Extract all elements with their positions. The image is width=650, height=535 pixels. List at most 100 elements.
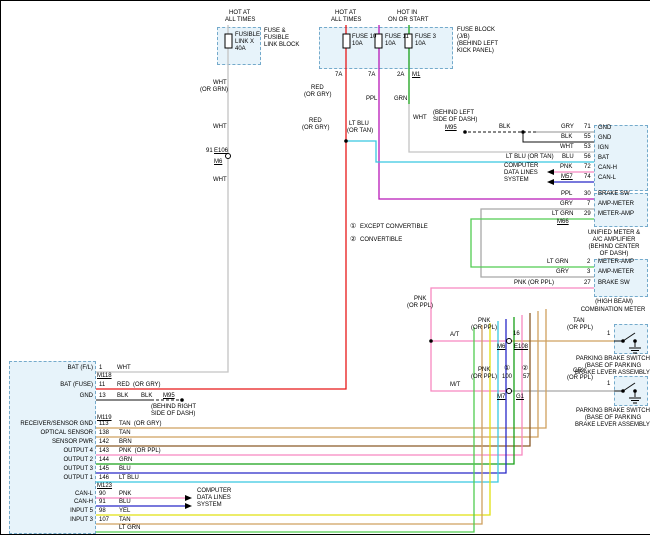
- switch-b-contact-1: [621, 389, 625, 393]
- note-2-symbol: ②: [350, 236, 356, 244]
- pin-1-mt: 1: [607, 381, 610, 388]
- pin-144: 144: [99, 457, 109, 464]
- row-output4-label: OUTPUT 4: [13, 448, 93, 455]
- row-input5-label: INPUT 5: [13, 508, 93, 515]
- wire-grn-label: GRN: [394, 96, 407, 103]
- fuse-fusible-link-block-3: LINK BLOCK: [264, 42, 299, 49]
- wire-gry-mt-b: (OR PPL): [567, 375, 593, 382]
- data-lines-arrow-right-2-icon: [547, 179, 554, 185]
- unified-meter-caption-2: A/C AMPLIFIER: [578, 237, 650, 244]
- row-gnd-label: GND: [13, 393, 93, 400]
- data-lines-arrow-right-1-icon: [547, 169, 554, 175]
- connector-g1: G1: [516, 394, 524, 401]
- wire-blu-145-label: BLU: [119, 466, 131, 473]
- wire-blu-label-56: BLU: [562, 154, 574, 161]
- wire-ltblu-label-a: LT BLU: [349, 121, 369, 128]
- wire-blu-91-label: BLU: [119, 499, 131, 506]
- hot-at-all-times-left-2: ALL TIMES: [225, 17, 255, 24]
- wire-ltgrn-last: [96, 327, 474, 532]
- ground-m95-bottom-dot: [180, 398, 184, 402]
- pin-30: 30: [584, 191, 591, 198]
- data-lines-arrow-bottom-1-icon: [185, 495, 192, 501]
- pin-13: 13: [99, 393, 106, 400]
- pin-1-batfl: 1: [99, 365, 102, 372]
- wire-blk-label-top: BLK: [499, 124, 510, 131]
- pin-72: 72: [584, 164, 591, 171]
- fuse10-pin: 7A: [335, 72, 342, 79]
- row-receiver-sensor-gnd-label: RECEIVER/SENSOR GND: [13, 421, 93, 428]
- pin-100: 100: [502, 374, 512, 381]
- behind-left-dash-2: SIDE OF DASH): [433, 117, 477, 124]
- wire-tan-107-label: TAN: [119, 517, 131, 524]
- pin-55: 55: [584, 134, 591, 141]
- pin-57: 57: [523, 374, 530, 381]
- wire-pnk-90-label: PNK: [119, 491, 131, 498]
- row-output1-label: OUTPUT 1: [13, 475, 93, 482]
- connector-e106: E106: [214, 148, 228, 155]
- parking-brake-a-caption-2: (BASE OF PARKING: [575, 363, 650, 370]
- fuse11-rating: 10A: [385, 41, 396, 48]
- row-optical-sensor-label: OPTICAL SENSOR: [13, 430, 93, 437]
- data-lines-arrow-bottom-2-icon: [185, 503, 192, 509]
- row-bat-fuse-label: BAT (FUSE): [13, 382, 93, 389]
- parking-brake-b-caption-2: (BASE OF PARKING: [575, 415, 650, 422]
- row-input3-label: INPUT 3: [13, 517, 93, 524]
- fuse3-rating: 10A: [415, 41, 426, 48]
- unified-meter-caption-3: (BEHIND CENTER: [578, 244, 650, 251]
- row-can-h-label: CAN-H: [13, 499, 93, 506]
- pin-71: 71: [584, 124, 591, 131]
- wire-red-label-1a: RED: [311, 85, 324, 92]
- ground-m95-top-dot: [463, 130, 467, 134]
- wire-pnk-label-va: PNK: [414, 296, 426, 303]
- pin-53: 53: [584, 144, 591, 151]
- connector-m123: M123: [97, 483, 112, 490]
- connector-m7: M7: [497, 394, 505, 401]
- computer-data-lines-bottom-2: DATA LINES: [197, 495, 231, 502]
- splice-ltblu: [344, 139, 348, 143]
- fuse11-name: FUSE 11: [385, 34, 409, 41]
- switch-a-contact-1: [621, 339, 625, 343]
- pin-16: 16: [513, 331, 520, 338]
- wire-ppl-label-30: PPL: [561, 191, 572, 198]
- wire-red-label-1b: (OR GRY): [304, 92, 332, 99]
- ground-m95-top: M95: [445, 125, 457, 132]
- computer-data-lines-bottom-1: COMPUTER: [197, 488, 231, 495]
- wire-wht-ign-label: WHT: [413, 115, 427, 122]
- row-can-h: CAN-H: [598, 165, 617, 172]
- wire-pnk-143-label: PNK (OR PPL): [119, 448, 161, 455]
- pin-11: 11: [99, 382, 105, 389]
- splice-brake-sw: [429, 339, 433, 343]
- computer-data-lines-right-1: COMPUTER: [504, 163, 538, 170]
- row-gnd-55: GND: [598, 135, 611, 142]
- fusible-link-name-2: LINK X: [235, 39, 254, 46]
- pin-2: 2: [587, 259, 590, 266]
- connector-e108: E108: [514, 344, 528, 351]
- connector-m57: M57: [561, 174, 573, 181]
- fuse-block-caption-3: (BEHIND LEFT: [457, 41, 498, 48]
- wire-ltgrn-last-label: LT GRN: [119, 525, 140, 532]
- splice-gnd55: [521, 130, 525, 134]
- wire-ltgrn-label-2: LT GRN: [547, 259, 568, 266]
- note-1-symbol: ①: [350, 223, 356, 231]
- computer-data-lines-bottom-3: SYSTEM: [197, 502, 222, 509]
- behind-right-dash-1: (BEHIND RIGHT: [151, 404, 196, 411]
- fusible-link-symbol: [225, 34, 232, 48]
- row-bat: BAT: [598, 155, 609, 162]
- pin-7: 7: [587, 201, 590, 208]
- pin-113: 113: [99, 421, 109, 428]
- wire-wht-label-1a: WHT: [213, 80, 227, 87]
- switch-a-blade: [623, 333, 635, 341]
- fusible-link-rating: 40A: [235, 46, 246, 53]
- note-2-text: CONVERTIBLE: [360, 237, 402, 244]
- wire-gry-label-71: GRY: [561, 124, 574, 131]
- pin-3: 3: [587, 269, 590, 276]
- row-gnd-71: GND: [598, 125, 611, 132]
- wire-yel-98-label: YEL: [119, 508, 130, 515]
- wire-blk-gnd-label-2: BLK: [141, 393, 152, 400]
- connector-m6-at: M6: [497, 344, 505, 351]
- wire-tan-113-label: TAN (OR GRY): [119, 421, 161, 428]
- row-ign: IGN: [598, 145, 609, 152]
- wire-brn-142-label: BRN: [119, 439, 132, 446]
- connector-m6-e108-icon: [507, 339, 512, 344]
- fuse10-symbol: [343, 34, 350, 48]
